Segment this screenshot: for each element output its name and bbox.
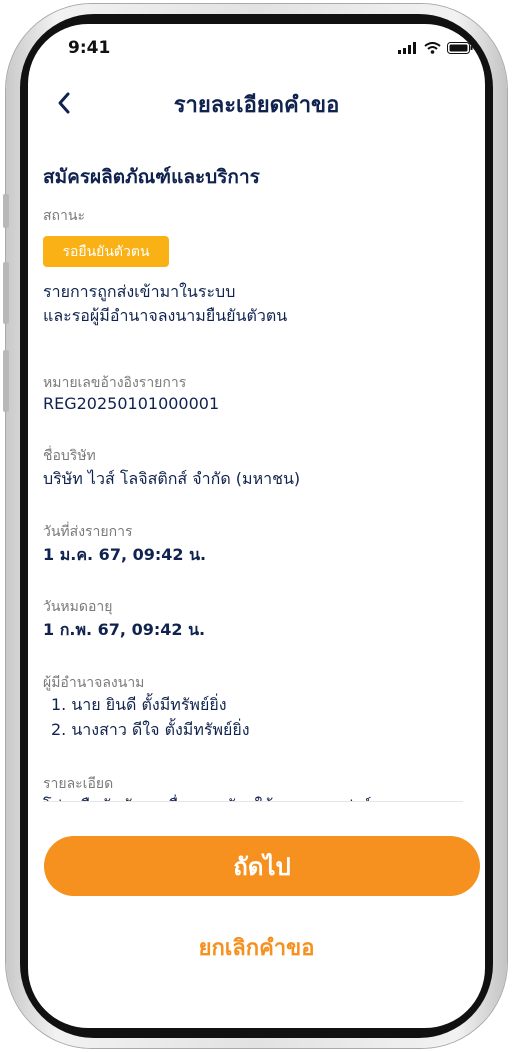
submitted-date-value: 1 ม.ค. 67, 09:42 น. (43, 545, 207, 564)
service-title: สมัครผลิตภัณฑ์และบริการ (43, 166, 260, 188)
reference-value: REG20250101000001 (43, 394, 220, 413)
status-icons (398, 40, 473, 56)
status-label: สถานะ (43, 208, 85, 224)
next-button[interactable]: ถัดไป (44, 836, 480, 896)
status-badge: รอยืนยันตัวตน (43, 236, 169, 267)
submitted-date-label: วันที่ส่งรายการ (43, 524, 133, 540)
cancel-request-button[interactable]: ยกเลิกคำขอ (28, 930, 485, 965)
wifi-icon (424, 42, 441, 54)
expiry-date-label: วันหมดอายุ (43, 599, 113, 615)
company-value: บริษัท ไวส์ โลจิสติกส์ จำกัด (มหาชน) (43, 469, 301, 488)
volume-up-button (3, 262, 9, 324)
reference-label: หมายเลขอ้างอิงรายการ (43, 375, 187, 391)
battery-icon (447, 42, 473, 54)
request-details: สมัครผลิตภัณฑ์และบริการ สถานะ รอยืนยันตั… (43, 162, 463, 802)
volume-down-button (3, 350, 9, 412)
phone-frame: 9:41 รายละเอียดคำขอ สมัครผลิตภัณฑ์และบริ… (3, 4, 507, 1048)
signal-icon (398, 42, 416, 54)
app-screen: 9:41 รายละเอียดคำขอ สมัครผลิตภัณฑ์และบริ… (28, 24, 485, 1028)
status-description-line1: รายการถูกส่งเข้ามาในระบบ (43, 282, 236, 301)
page-title: รายละเอียดคำขอ (173, 93, 340, 118)
status-description-line2: และรอผู้มีอำนาจลงนามยืนยันตัวตน (43, 306, 288, 325)
signer-item: 2. นางสาว ดีใจ ตั้งมีทรัพย์ยิ่ง (51, 720, 250, 739)
expiry-date-value: 1 ก.พ. 67, 09:42 น. (43, 620, 206, 639)
status-time: 9:41 (68, 38, 111, 58)
company-label: ชื่อบริษัท (43, 448, 96, 464)
signer-item: 1. นาย ยินดี ตั้งมีทรัพย์ยิ่ง (51, 695, 227, 714)
details-label: รายละเอียด (43, 776, 114, 792)
signers-label: ผู้มีอำนาจลงนาม (43, 675, 145, 691)
scroll-fade-divider (43, 801, 463, 802)
mute-switch (3, 194, 9, 228)
